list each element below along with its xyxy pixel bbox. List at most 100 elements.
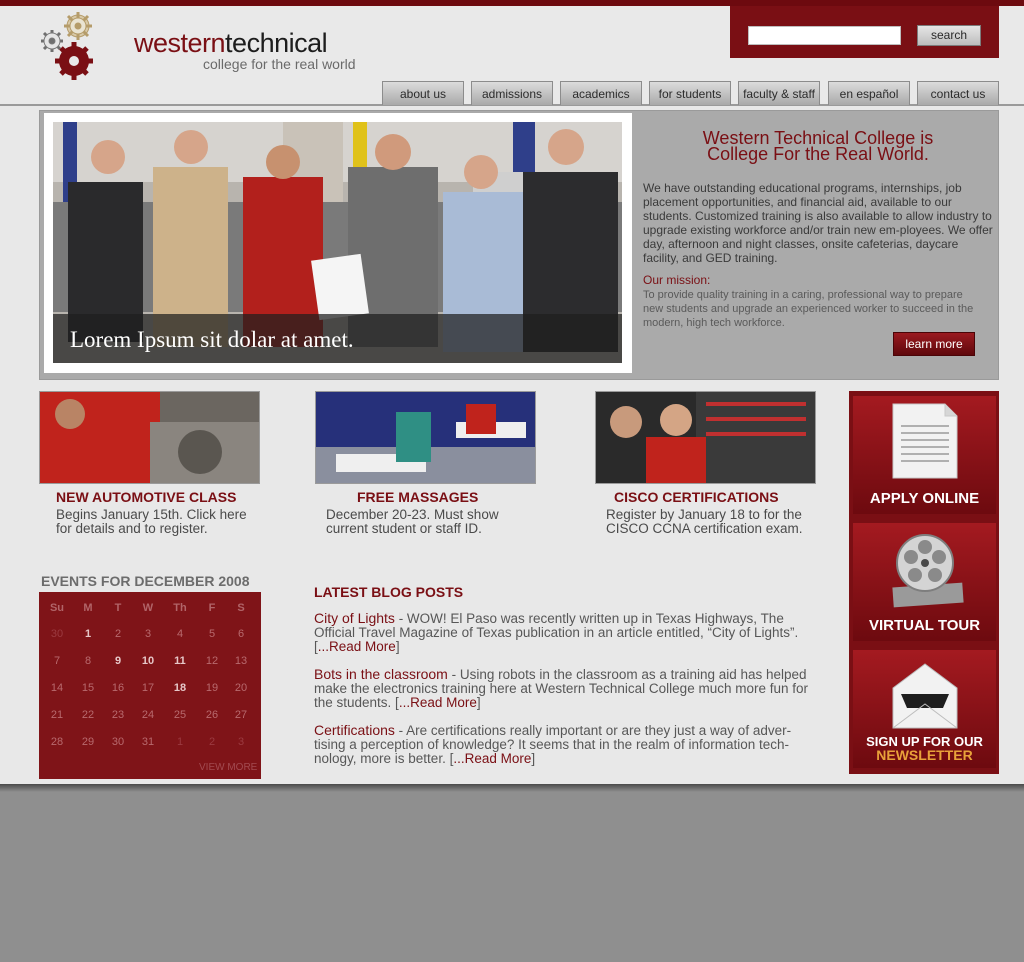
nav-faculty-staff[interactable]: faculty & staff <box>738 81 820 105</box>
bracket: ] <box>395 639 400 654</box>
calendar-date: 4 <box>176 628 184 640</box>
feature-text-cisco: Register by January 18 to for the CISCO … <box>606 508 803 536</box>
nav-for-students[interactable]: for students <box>649 81 731 105</box>
free-massages-image[interactable] <box>315 391 536 484</box>
nav-academics[interactable]: academics <box>560 81 642 105</box>
feature-title-automotive[interactable]: NEW AUTOMOTIVE CLASS <box>56 489 236 505</box>
calendar-date: 28 <box>50 736 64 748</box>
apply-online-label: APPLY ONLINE <box>869 490 980 507</box>
massage-photo <box>316 392 535 483</box>
calendar-day-header: M <box>83 602 93 614</box>
envelope-icon <box>892 663 958 729</box>
cisco-photo <box>596 392 815 483</box>
events-title: EVENTS FOR DECEMBER 2008 <box>41 573 250 589</box>
feature-line: for details and to register. <box>56 521 208 536</box>
calendar-date: 31 <box>141 736 155 748</box>
nav-admissions[interactable]: admissions <box>471 81 553 105</box>
calendar-date: 20 <box>234 682 248 694</box>
blog-title: LATEST BLOG POSTS <box>314 584 464 600</box>
blog-post: City of Lights - WOW! El Paso was recent… <box>314 611 814 654</box>
calendar-date: 30 <box>50 628 64 640</box>
nav-contact-us[interactable]: contact us <box>917 81 999 105</box>
read-more-link[interactable]: ...Read More <box>453 751 531 766</box>
mission-label: Our mission: <box>643 273 711 287</box>
calendar-date: 17 <box>141 682 155 694</box>
calendar-date: 23 <box>111 709 125 721</box>
blog-post: Certifications - Are certifications real… <box>314 723 814 766</box>
footer <box>0 784 1024 962</box>
calendar-date: 15 <box>81 682 95 694</box>
nav-en-espanol[interactable]: en español <box>828 81 910 105</box>
logo-word-western: western <box>134 28 226 58</box>
hero-caption: Lorem Ipsum sit dolar at amet. <box>70 327 354 352</box>
calendar-date: 1 <box>176 736 184 748</box>
cisco-certifications-image[interactable] <box>595 391 816 484</box>
calendar-date: 12 <box>205 655 219 667</box>
automotive-class-image[interactable] <box>39 391 260 484</box>
calendar-date: 14 <box>50 682 64 694</box>
calendar-date: 16 <box>111 682 125 694</box>
bracket: ] <box>531 751 536 766</box>
blog-post-title-link[interactable]: City of Lights <box>314 610 395 626</box>
hero-photo[interactable]: Lorem Ipsum sit dolar at amet. <box>53 122 622 363</box>
calendar-day-header: T <box>114 602 122 614</box>
calendar-date-event[interactable]: 11 <box>165 648 195 674</box>
search-button[interactable]: search <box>917 25 981 46</box>
document-icon <box>892 403 958 479</box>
calendar-date: 25 <box>173 709 187 721</box>
feature-title-massages[interactable]: FREE MASSAGES <box>357 489 478 505</box>
calendar-date-event[interactable]: 1 <box>73 621 103 647</box>
blog-post-title-link[interactable]: Bots in the classroom <box>314 666 448 682</box>
calendar-date: 8 <box>84 655 92 667</box>
virtual-tour-label: VIRTUAL TOUR <box>868 617 981 634</box>
calendar-date: 2 <box>208 736 216 748</box>
calendar-date: 2 <box>114 628 122 640</box>
learn-more-button[interactable]: learn more <box>893 332 975 356</box>
footer-shadow <box>0 784 1024 792</box>
read-more-link[interactable]: ...Read More <box>318 639 396 654</box>
calendar-date: 7 <box>53 655 61 667</box>
logo-wordmark: westerntechnical <box>134 28 328 59</box>
newsletter-signup-button[interactable]: SIGN UP FOR OUR NEWSLETTER <box>853 650 996 768</box>
feature-line: Register by January 18 to for the <box>606 507 802 522</box>
hero-body-text: We have outstanding educational programs… <box>643 181 993 265</box>
calendar-date: 21 <box>50 709 64 721</box>
calendar-date: 22 <box>81 709 95 721</box>
blog-post: Bots in the classroom - Using robots in … <box>314 667 814 710</box>
nav-about-us[interactable]: about us <box>382 81 464 105</box>
calendar-date-event[interactable]: 18 <box>165 675 195 701</box>
virtual-tour-button[interactable]: VIRTUAL TOUR <box>853 523 996 641</box>
mission-text: To provide quality training in a caring,… <box>643 289 974 329</box>
calendar-date: 29 <box>81 736 95 748</box>
apply-online-button[interactable]: APPLY ONLINE <box>853 396 996 514</box>
read-more-link[interactable]: ...Read More <box>399 695 477 710</box>
calendar-date: 13 <box>234 655 248 667</box>
logo-word-technical: technical <box>225 28 328 58</box>
bracket: ] <box>476 695 481 710</box>
newsletter-highlight: NEWSLETTER <box>876 747 973 763</box>
calendar-day-header: Su <box>49 602 65 614</box>
calendar-date: 27 <box>234 709 248 721</box>
calendar-day-header: S <box>237 602 245 614</box>
calendar-date: 5 <box>208 628 216 640</box>
film-reel-icon <box>892 534 964 608</box>
search-input[interactable] <box>748 26 901 45</box>
tagline: college for the real world <box>203 56 356 72</box>
calendar-day-header: F <box>208 602 216 614</box>
calendar-date-event[interactable]: 9 <box>103 648 133 674</box>
feature-line: current student or staff ID. <box>326 521 482 536</box>
calendar-date: 24 <box>141 709 155 721</box>
feature-text-automotive: Begins January 15th. Click here for deta… <box>56 508 247 536</box>
calendar-date: 6 <box>237 628 245 640</box>
feature-line: CISCO CCNA certification exam. <box>606 521 803 536</box>
calendar-view-more-link[interactable]: VIEW MORE <box>199 762 257 773</box>
hero-title: Western Technical College is College For… <box>648 129 988 164</box>
feature-line: Begins January 15th. Click here <box>56 507 247 522</box>
calendar-day-header: W <box>142 602 154 614</box>
hero-title-line-2: College For the Real World. <box>707 144 929 164</box>
calendar-date: 3 <box>237 736 245 748</box>
events-calendar: Su M T W Th F S 30 1 2 3 4 5 6 7 8 9 10 … <box>39 592 261 779</box>
blog-post-title-link[interactable]: Certifications <box>314 722 395 738</box>
calendar-date-event[interactable]: 10 <box>133 648 163 674</box>
feature-title-cisco[interactable]: CISCO CERTIFICATIONS <box>614 489 779 505</box>
